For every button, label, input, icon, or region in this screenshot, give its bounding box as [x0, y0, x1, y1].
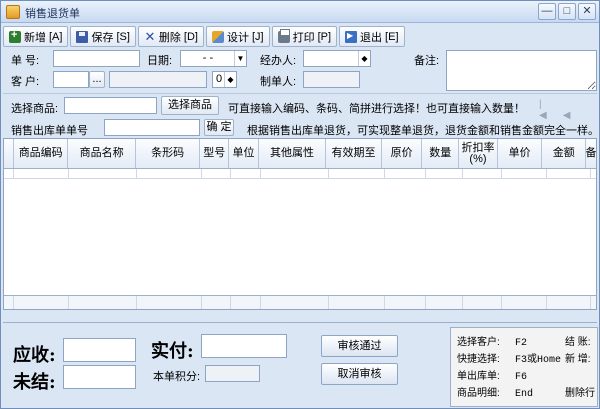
- points-label: 本单积分:: [153, 371, 201, 383]
- chevron-down-icon[interactable]: ◆: [358, 51, 370, 66]
- print-button[interactable]: 打印 [P]: [271, 26, 338, 47]
- column-header[interactable]: 条形码: [136, 139, 201, 168]
- column-header[interactable]: 商品编码: [14, 139, 69, 168]
- unsettled-field[interactable]: [63, 365, 136, 389]
- receivable-label: 应收:: [13, 345, 56, 366]
- delete-icon: ✕: [144, 28, 156, 44]
- column-header[interactable]: 型号: [200, 139, 230, 168]
- exit-icon: [345, 30, 358, 43]
- receivable-field[interactable]: [63, 338, 136, 362]
- unsettled-label: 未结:: [13, 372, 56, 393]
- remark-label: 备注:: [414, 55, 440, 67]
- printer-icon: [277, 28, 290, 43]
- shortcut-row: 单出库单: F6: [457, 371, 528, 383]
- outbound-no-input[interactable]: [104, 119, 200, 136]
- confirm-button[interactable]: 确 定: [204, 119, 234, 136]
- exit-button[interactable]: 退出[E]: [339, 26, 405, 47]
- doc-no-input[interactable]: [53, 50, 140, 67]
- column-header[interactable]: 数量: [422, 139, 460, 168]
- goods-search-input[interactable]: [64, 97, 157, 114]
- customer-name-field: [109, 71, 207, 88]
- shortcut-row: 快捷选择: F3或Home 新 增:: [457, 354, 591, 366]
- chevron-down-icon[interactable]: ▼: [234, 51, 246, 66]
- sales-return-window: 销售退货单 — □ ✕ 新增[A] 保存[S] ✕ 删除[D] 设计[J] 打印…: [0, 0, 600, 409]
- save-icon: [76, 30, 89, 43]
- column-header[interactable]: 原价: [382, 139, 423, 168]
- nav-arrows-icon[interactable]: |◀◀: [539, 99, 599, 121]
- spinner-icon[interactable]: ◆: [224, 72, 236, 87]
- goods-grid[interactable]: 商品编码 商品名称 条形码 型号 单位 其他属性 有效期至 原价 数量 折扣率 …: [3, 138, 597, 310]
- design-icon: [211, 30, 224, 43]
- minimize-button[interactable]: —: [538, 3, 556, 20]
- cancel-approve-button[interactable]: 取消审核: [321, 363, 398, 385]
- app-icon: [6, 5, 20, 19]
- points-field: [205, 365, 260, 382]
- select-goods-label: 选择商品:: [11, 103, 59, 115]
- window-title: 销售退货单: [25, 8, 80, 20]
- doc-no-label: 单 号:: [11, 55, 40, 67]
- close-button[interactable]: ✕: [578, 3, 596, 20]
- column-header[interactable]: 备: [586, 139, 596, 168]
- column-header[interactable]: 有效期至: [326, 139, 382, 168]
- row-indicator-header: [4, 139, 14, 168]
- table-row[interactable]: [4, 169, 596, 179]
- column-header[interactable]: 单位: [229, 139, 259, 168]
- design-button[interactable]: 设计 [J]: [205, 26, 270, 47]
- column-header[interactable]: 单价: [498, 139, 543, 168]
- paid-label: 实付:: [151, 341, 194, 362]
- customer-label: 客 户:: [11, 76, 40, 88]
- handler-select[interactable]: ◆: [303, 50, 371, 67]
- remark-textarea[interactable]: [446, 50, 597, 91]
- date-picker[interactable]: - - ▼: [180, 50, 247, 67]
- maker-field: [303, 71, 360, 88]
- date-label: 日期:: [147, 55, 173, 67]
- divider: [3, 93, 597, 94]
- column-header[interactable]: 商品名称: [68, 139, 136, 168]
- shortcut-row: 商品明细: End 删除行: [457, 388, 595, 400]
- toolbar: 新增[A] 保存[S] ✕ 删除[D] 设计[J] 打印[P] 退出[E]: [3, 26, 405, 47]
- shortcut-panel: 选择客户: F2 结 账: 快捷选择: F3或Home 新 增: 单出库单: F6 商品明…: [450, 327, 598, 407]
- customer-browse-button[interactable]: ...: [89, 71, 105, 88]
- maximize-button[interactable]: □: [558, 3, 576, 20]
- grid-header: 商品编码 商品名称 条形码 型号 单位 其他属性 有效期至 原价 数量 折扣率 …: [4, 139, 596, 169]
- grid-footer: [4, 295, 596, 309]
- approve-button[interactable]: 审核通过: [321, 335, 398, 357]
- paid-input[interactable]: [201, 334, 287, 358]
- select-goods-hint: 可直接输入编码、条码、简拼进行选择！也可直接输入数量！: [228, 103, 525, 115]
- shortcut-row: 选择客户: F2 结 账:: [457, 337, 591, 349]
- customer-code-input[interactable]: [53, 71, 89, 88]
- delete-button[interactable]: ✕ 删除 [D]: [137, 26, 204, 47]
- column-header[interactable]: 金额: [542, 139, 587, 168]
- outbound-no-label: 销售出库单单号: [11, 125, 88, 137]
- outbound-hint: 根据销售出库单退货，可实现整单退货，退货金额和销售金额完全一样。: [247, 125, 599, 137]
- column-header[interactable]: 折扣率 (%): [459, 139, 498, 168]
- save-button[interactable]: 保存 [S]: [70, 26, 136, 47]
- maker-label: 制单人:: [260, 76, 297, 88]
- handler-label: 经办人:: [260, 55, 297, 67]
- date-value: - -: [202, 52, 214, 64]
- customer-spinner[interactable]: 0 ◆: [212, 71, 237, 88]
- title-bar: 销售退货单 — □ ✕: [1, 1, 599, 23]
- column-header[interactable]: 其他属性: [259, 139, 327, 168]
- select-goods-button[interactable]: 选择商品: [161, 96, 219, 115]
- add-icon: [9, 29, 21, 43]
- add-button[interactable]: 新增[A]: [3, 26, 69, 47]
